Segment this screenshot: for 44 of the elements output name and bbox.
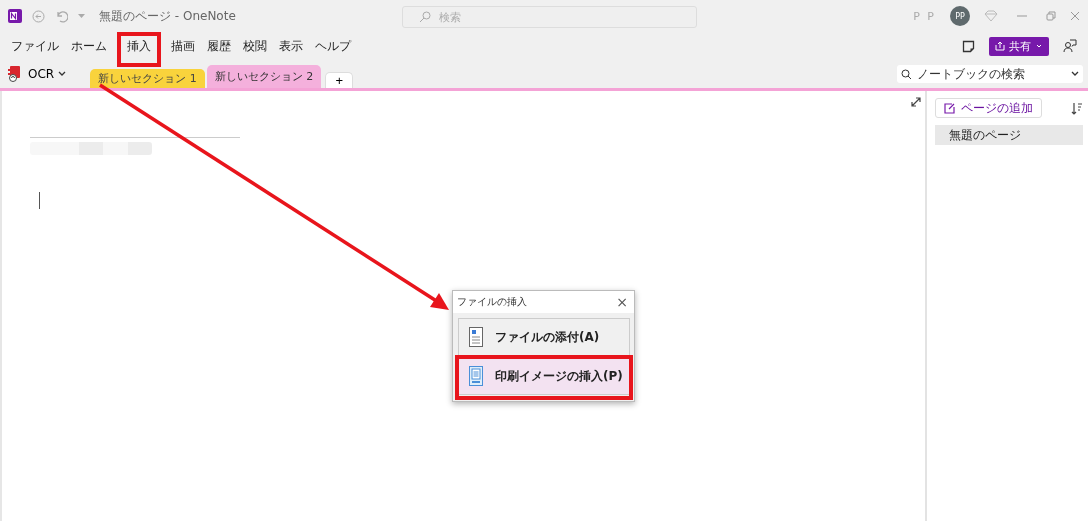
page-item[interactable]: 無題のページ <box>935 125 1083 145</box>
menu-tab[interactable]: 校閲 <box>237 37 273 55</box>
document-icon <box>469 327 483 347</box>
user-avatar[interactable]: PP <box>950 6 970 26</box>
notebook-icon[interactable] <box>8 66 22 82</box>
share-button[interactable]: 共有 <box>989 36 1049 56</box>
expand-icon[interactable] <box>911 97 921 107</box>
chevron-down-icon <box>58 71 67 77</box>
section-tab[interactable]: 新しいセクション 2 <box>206 65 322 88</box>
add-section-button[interactable]: + <box>325 72 354 88</box>
sort-icon[interactable] <box>1071 101 1083 115</box>
section-tab[interactable]: 新しいセクション 1 <box>90 69 205 88</box>
feedback-icon[interactable] <box>1063 39 1077 53</box>
dialog-option[interactable]: ファイルの添付(A) <box>458 318 630 356</box>
dropdown-icon[interactable] <box>78 13 85 19</box>
add-page-button[interactable]: ページの追加 <box>935 98 1042 118</box>
edit-icon <box>944 102 955 114</box>
dialog-title: ファイルの挿入 <box>457 295 527 309</box>
menu-tab[interactable]: 描画 <box>165 37 201 55</box>
menu-tab[interactable]: 挿入 <box>121 37 157 55</box>
close-icon[interactable] <box>1070 11 1080 21</box>
onenote-logo-icon <box>8 9 22 23</box>
menu-tab[interactable]: ホーム <box>65 37 113 55</box>
menu-tab[interactable]: 履歴 <box>201 37 237 55</box>
restore-icon[interactable] <box>1046 11 1056 21</box>
close-button[interactable]: × <box>616 294 628 310</box>
menu-tab[interactable]: 表示 <box>273 37 309 55</box>
sticky-note-icon[interactable] <box>962 39 975 53</box>
notebook-dropdown[interactable]: OCR <box>28 67 67 81</box>
search-icon <box>901 68 912 80</box>
back-icon[interactable] <box>32 9 45 23</box>
text-cursor <box>39 192 40 209</box>
dialog-option[interactable]: 印刷イメージの挿入(P) <box>458 357 630 395</box>
printout-icon <box>469 366 483 386</box>
undo-icon[interactable] <box>55 9 68 23</box>
notebook-search-field[interactable]: ノートブックの検索 <box>897 65 1083 83</box>
chevron-down-icon <box>1071 71 1079 77</box>
menu-tab[interactable]: ファイル <box>5 37 65 55</box>
menu-tab[interactable]: ヘルプ <box>309 37 357 55</box>
diamond-icon[interactable] <box>984 10 998 22</box>
window-title: 無題のページ - OneNote <box>99 7 236 25</box>
share-icon <box>995 41 1005 51</box>
search-icon <box>419 11 431 23</box>
user-name: P P <box>913 9 936 23</box>
